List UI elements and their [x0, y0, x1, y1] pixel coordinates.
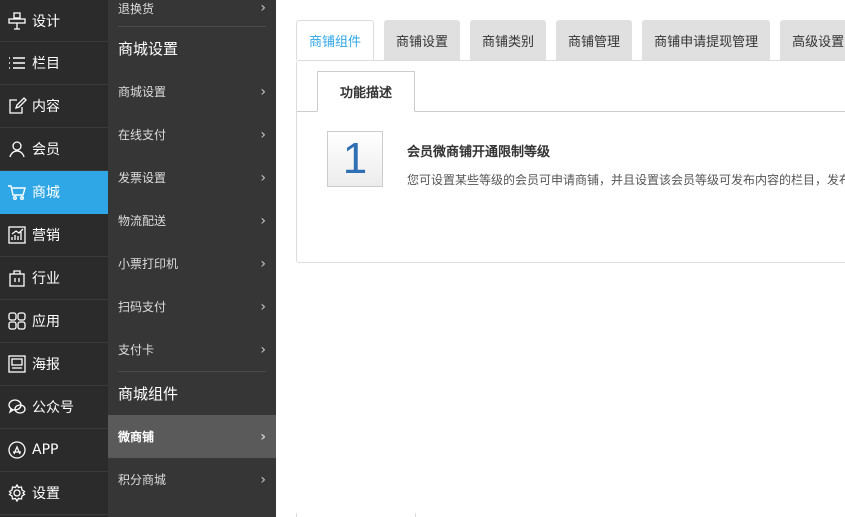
nav-item-marketing[interactable]: 营销: [0, 214, 108, 257]
nav2-item-receipt-printer[interactable]: 小票打印机 ›: [108, 242, 276, 285]
tab-feature-description[interactable]: 功能描述: [317, 71, 415, 112]
chevron-right-icon: ›: [260, 126, 266, 143]
design-icon: [6, 10, 28, 32]
tab-withdraw-management[interactable]: 商铺申请提现管理: [642, 20, 771, 60]
chevron-right-icon: ›: [260, 212, 266, 229]
chevron-right-icon: ›: [260, 83, 266, 100]
gear-icon: [6, 482, 28, 504]
nav-item-columns[interactable]: 栏目: [0, 42, 108, 85]
nav-item-label: 行业: [32, 271, 60, 287]
nav2-item-returns[interactable]: 退换货 ›: [108, 0, 276, 26]
feature-panel: 功能描述 1 会员微商铺开通限制等级 您可设置某些等级的会员可申请商铺，并且设置…: [296, 60, 845, 263]
divider: [296, 513, 416, 517]
nav-item-members[interactable]: 会员: [0, 128, 108, 171]
tab-bar: 商铺组件 商铺设置 商铺类别 商铺管理 商铺申请提现管理 高级设置: [296, 20, 845, 60]
nav-item-wechat[interactable]: 公众号: [0, 386, 108, 429]
nav-item-content[interactable]: 内容: [0, 85, 108, 128]
apps-icon: [6, 310, 28, 332]
nav-item-label: 栏目: [32, 56, 60, 72]
chevron-right-icon: ›: [260, 0, 266, 16]
nav2-item-delivery[interactable]: 物流配送 ›: [108, 199, 276, 242]
nav-item-label: 营销: [32, 228, 60, 244]
nav-item-label: 内容: [32, 99, 60, 115]
nav2-group-title: 商城组件: [118, 385, 179, 403]
nav2-item-label: 微商铺: [118, 430, 155, 444]
chevron-right-icon: ›: [260, 341, 266, 358]
nav2-item-points-mall[interactable]: 积分商城 ›: [108, 458, 276, 501]
nav2-group-title: 商城设置: [118, 40, 179, 58]
secondary-nav: 退换货 › 商城设置 商城设置 › 在线支付 › 发票设置 › 物流配送 › 小…: [108, 0, 276, 517]
nav2-item-label: 商城设置: [118, 85, 167, 99]
nav-item-settings[interactable]: 设置: [0, 472, 108, 515]
chevron-right-icon: ›: [260, 255, 266, 272]
nav2-item-online-payment[interactable]: 在线支付 ›: [108, 113, 276, 156]
nav2-item-label: 小票打印机: [118, 257, 179, 271]
nav-item-label: APP: [32, 442, 59, 458]
nav-item-label: 会员: [32, 142, 60, 158]
nav-item-label: 海报: [32, 357, 60, 373]
chevron-right-icon: ›: [260, 169, 266, 186]
cart-icon: [6, 181, 28, 203]
feature-title: 会员微商铺开通限制等级: [407, 145, 551, 160]
nav2-item-label: 积分商城: [118, 473, 167, 487]
nav-item-design[interactable]: 设计: [0, 0, 108, 42]
nav-item-mall[interactable]: 商城: [0, 171, 108, 214]
feature-description: 您可设置某些等级的会员可申请商铺，并且设置该会员等级可发布内容的栏目，发布: [407, 173, 845, 187]
app-store-icon: [6, 439, 28, 461]
briefcase-icon: [6, 267, 28, 289]
nav2-item-label: 发票设置: [118, 171, 167, 185]
nav-item-app[interactable]: APP: [0, 429, 108, 472]
nav2-item-pay-card[interactable]: 支付卡 ›: [108, 328, 276, 371]
poster-icon: [6, 353, 28, 375]
chevron-right-icon: ›: [260, 471, 266, 488]
nav2-item-label: 支付卡: [118, 343, 155, 357]
nav2-item-label: 在线支付: [118, 128, 167, 142]
nav2-item-label: 扫码支付: [118, 300, 167, 314]
nav-item-label: 公众号: [32, 400, 74, 416]
nav-item-poster[interactable]: 海报: [0, 343, 108, 386]
tab-advanced-settings[interactable]: 高级设置: [780, 20, 845, 60]
chevron-right-icon: ›: [260, 298, 266, 315]
nav2-item-scan-pay[interactable]: 扫码支付 ›: [108, 285, 276, 328]
primary-nav: 设计 栏目 内容 会员 商城 营销 行业 应用 海报 公众号 APP 设置: [0, 0, 108, 517]
nav2-item-mall-settings[interactable]: 商城设置 ›: [108, 70, 276, 113]
nav-item-label: 设计: [32, 13, 60, 30]
nav-item-label: 商城: [32, 185, 60, 201]
user-icon: [6, 138, 28, 160]
nav2-item-label: 退换货: [118, 2, 155, 16]
step-number-badge: 1: [327, 131, 383, 187]
nav-item-label: 应用: [32, 314, 60, 330]
main-content: 商铺组件 商铺设置 商铺类别 商铺管理 商铺申请提现管理 高级设置 功能描述 1…: [276, 0, 845, 517]
nav-item-label: 设置: [32, 486, 60, 502]
nav2-item-micro-shop[interactable]: 微商铺 ›: [108, 415, 276, 458]
tab-shop-components[interactable]: 商铺组件: [296, 20, 375, 60]
tab-shop-settings[interactable]: 商铺设置: [384, 20, 461, 60]
chevron-right-icon: ›: [260, 428, 266, 445]
tab-shop-categories[interactable]: 商铺类别: [470, 20, 547, 60]
nav-item-industry[interactable]: 行业: [0, 257, 108, 300]
nav2-item-label: 物流配送: [118, 214, 167, 228]
wechat-icon: [6, 396, 28, 418]
edit-icon: [6, 95, 28, 117]
list-icon: [6, 52, 28, 74]
nav2-item-invoice[interactable]: 发票设置 ›: [108, 156, 276, 199]
tab-shop-management[interactable]: 商铺管理: [556, 20, 633, 60]
nav-item-apps[interactable]: 应用: [0, 300, 108, 343]
chart-icon: [6, 224, 28, 246]
